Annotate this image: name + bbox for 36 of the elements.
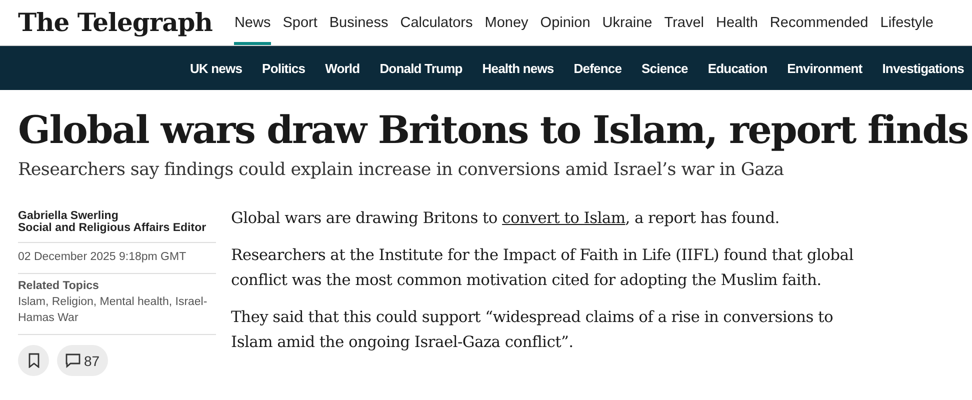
speech-bubble-icon [65,353,81,368]
section-link[interactable]: Politics [262,60,306,76]
article-paragraph: Global wars are drawing Britons to convert to Islam, a report has found. [231,208,780,229]
bookmark-icon [28,353,40,368]
nav-link[interactable]: Opinion [540,0,590,45]
section-link[interactable]: Investigations [882,60,964,76]
headline: Global wars draw Britons to Islam, report finds [18,106,969,154]
nav-link[interactable]: Calculators [400,0,473,45]
section-link[interactable]: Science [642,60,688,76]
bookmark-button[interactable] [18,345,49,376]
standfirst: Researchers say findings could explain increase in conversions amid Israel’s war in Gaza [18,160,785,180]
article-paragraph: They said that this could support “widespread claims of a rise in conversions to Islam amid the ongoing Israel-Gaza conflict”. [231,307,834,353]
nav-link[interactable]: Lifestyle [880,0,934,45]
section-link[interactable]: Defence [574,60,622,76]
nav-link[interactable]: Business [329,0,388,45]
section-link[interactable]: UK news [190,60,242,76]
section-link[interactable]: Health news [482,60,554,76]
section-link[interactable]: Education [708,60,768,76]
author-name[interactable]: Gabriella Swerling [18,210,216,222]
topics-list[interactable]: Islam, Religion, Mental health, Israel-Hamas War [18,294,216,326]
nav-link[interactable]: Recommended [770,0,868,45]
article-paragraph: Researchers at the Institute for the Impact of Faith in Life (IIFL) found that global conflict was the most common motivation cited for adopting the Muslim faith. [231,245,854,291]
nav-link[interactable]: Ukraine [602,0,652,45]
nav-link[interactable]: Travel [664,0,704,45]
nav-link[interactable]: Money [484,0,528,45]
author-role: Social and Religious Affairs Editor [18,222,208,234]
publish-date: 02 December 2025 9:18pm GMT [18,250,188,265]
section-link[interactable]: Donald Trump [380,60,462,76]
comments-button[interactable]: 87 [57,345,108,376]
masthead-logo[interactable]: The Telegraph [18,8,212,37]
nav-link[interactable]: Health [716,0,758,45]
topics-label: Related Topics [18,279,100,294]
section-link[interactable]: World [325,60,360,76]
article-link[interactable]: convert to Islam [502,209,626,227]
nav-link[interactable]: Sport [282,0,318,45]
section-link[interactable]: Environment [787,60,862,76]
